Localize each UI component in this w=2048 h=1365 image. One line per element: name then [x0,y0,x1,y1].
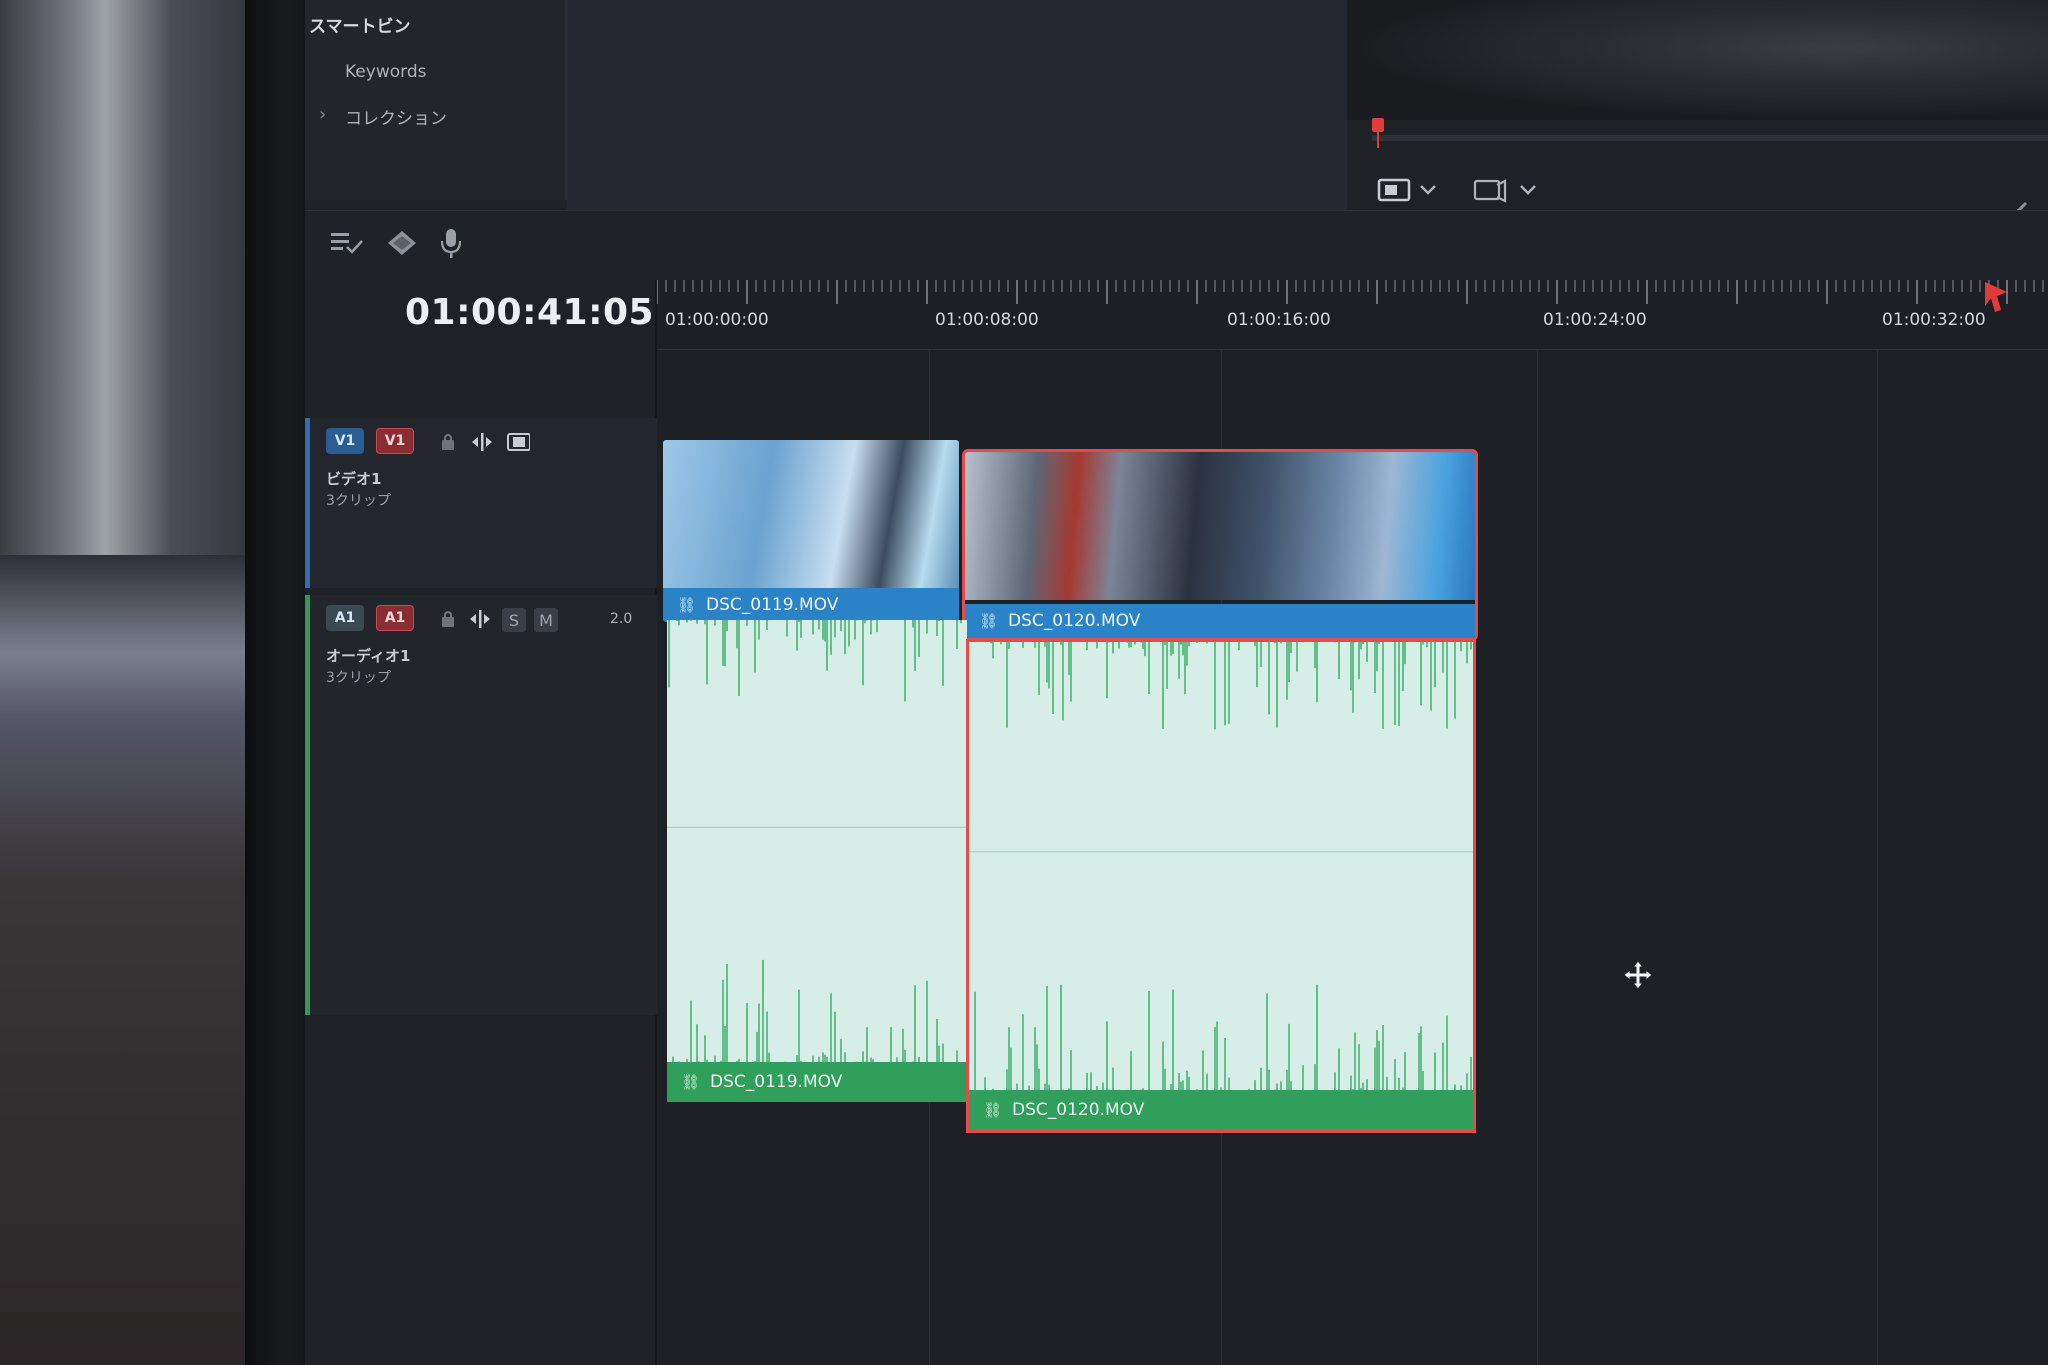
clip-label-bar: ⛓ DSC_0120.MOV [965,604,1475,638]
link-icon: ⛓ [979,612,999,630]
auto-select-icon[interactable] [470,430,494,454]
move-cursor-icon [1623,960,1653,990]
auto-select-icon[interactable] [468,607,492,631]
video-track-name[interactable]: ビデオ1 [326,468,381,489]
timeline-playhead-icon[interactable] [1981,280,2011,320]
timeline-area: 01:00:41:05 01:00:00:00 01:00:08:00 01:0… [305,280,2048,1365]
track-source-tag[interactable]: A1 [326,605,364,631]
chevron-right-icon[interactable]: › [319,104,326,125]
timeline-gridline [1537,350,1538,1365]
timeline-ruler[interactable]: 01:00:00:00 01:00:08:00 01:00:16:00 01:0… [657,280,2048,350]
audio-output-icon[interactable] [1473,175,1511,205]
viewer-controls [1377,175,1537,205]
audio-waveform [969,642,1473,1090]
video-clip-dsc-0119[interactable]: ⛓ DSC_0119.MOV [663,440,959,622]
ruler-label: 01:00:24:00 [1543,310,1647,330]
video-clip-dsc-0120[interactable]: ⛓ DSC_0120.MOV [962,449,1478,641]
audio-track-header: A1 A1 S M 2.0 オーディオ1 3クリップ [305,595,657,1015]
list-check-icon[interactable] [325,223,369,263]
timeline-toolbar [305,210,2048,280]
clip-label-bar: ⛓ DSC_0120.MOV [969,1090,1473,1130]
lock-icon[interactable] [436,607,460,631]
timecode-display[interactable]: 01:00:41:05 [405,292,654,333]
lock-icon[interactable] [436,430,460,454]
viewer-scrubber[interactable] [1372,135,2048,141]
smart-bins-title: スマートビン [309,17,411,37]
ruler-label: 01:00:32:00 [1882,310,1986,330]
link-icon: ⛓ [681,1073,701,1091]
video-track-header: V1 V1 ビデオ1 3クリップ [305,418,657,588]
clip-thumbnail [965,452,1475,600]
ruler-ticks [657,280,2044,304]
photo-stage: スマートビン Keywords › コレクション 01:00:41:05 01:… [0,0,2048,1365]
chevron-down-icon[interactable] [1519,183,1537,197]
solo-button[interactable]: S [502,608,526,632]
bin-item-keywords[interactable]: Keywords [345,62,426,82]
mute-button[interactable]: M [534,608,558,632]
microphone-icon[interactable] [430,223,474,263]
audio-clip-dsc-0120[interactable]: ⛓ DSC_0120.MOV [966,639,1476,1133]
ruler-label: 01:00:00:00 [665,310,769,330]
clip-label-bar: ⛓ DSC_0119.MOV [667,1062,967,1102]
link-icon: ⛓ [983,1101,1003,1119]
link-icon: ⛓ [677,596,697,614]
viewer-playhead-icon[interactable] [1369,118,1387,148]
clip-name: DSC_0119.MOV [710,1072,843,1092]
ruler-label: 01:00:08:00 [935,310,1039,330]
track-dest-tag[interactable]: A1 [376,605,414,631]
ruler-label: 01:00:16:00 [1227,310,1331,330]
clip-name: DSC_0120.MOV [1008,611,1141,631]
audio-track-name[interactable]: オーディオ1 [326,645,410,666]
audio-waveform [667,620,967,1062]
audio-track-count: 3クリップ [326,670,391,686]
resolve-window: スマートビン Keywords › コレクション 01:00:41:05 01:… [305,0,2048,1365]
film-strip-icon[interactable] [506,430,530,454]
display-mode-icon[interactable] [1377,177,1411,203]
smart-bins-panel: スマートビン Keywords › コレクション [305,0,567,200]
bin-item-collections[interactable]: コレクション [345,104,447,129]
track-source-tag[interactable]: V1 [326,428,364,454]
viewer-panel [1347,0,2048,230]
track-dest-tag[interactable]: V1 [376,428,414,454]
audio-clip-dsc-0119[interactable]: ⛓ DSC_0119.MOV [667,620,967,1102]
video-track-count: 3クリップ [326,493,391,509]
chevron-down-icon[interactable] [1419,183,1437,197]
clip-label-bar: ⛓ DSC_0119.MOV [663,588,959,622]
clip-name: DSC_0120.MOV [1012,1100,1145,1120]
media-pool-panel [567,0,1347,210]
clip-name: DSC_0119.MOV [706,595,839,615]
timeline-gridline [1877,350,1878,1365]
audio-channel-format: 2.0 [610,611,633,627]
marker-diamond-icon[interactable] [380,223,424,263]
viewer-image [1347,0,2048,120]
clip-thumbnail [663,440,959,588]
